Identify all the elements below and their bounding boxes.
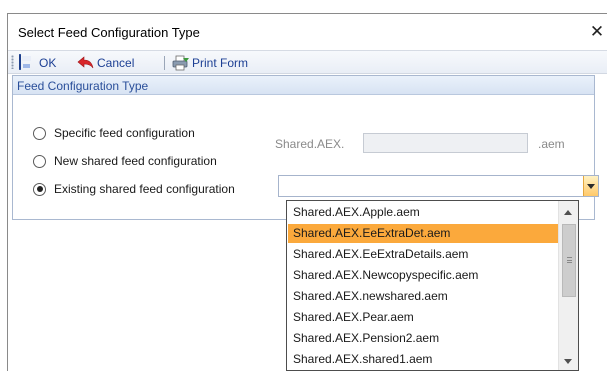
radio-label: New shared feed configuration	[54, 154, 217, 168]
existing-shared-combobox[interactable]	[278, 175, 599, 197]
scrollbar-grip-icon	[567, 257, 572, 263]
scroll-up-arrow-icon[interactable]	[564, 210, 572, 215]
cancel-label: Cancel	[97, 55, 135, 70]
close-button[interactable]: ✕	[586, 20, 607, 44]
dropdown-scrollbar[interactable]	[558, 201, 578, 370]
print-form-icon	[172, 55, 189, 71]
scroll-down-arrow-icon[interactable]	[564, 359, 572, 364]
shared-suffix-label: .aem	[538, 137, 565, 151]
list-item[interactable]: Shared.AEX.Newcopyspecific.aem	[288, 266, 558, 285]
cancel-button[interactable]: Cancel	[77, 53, 134, 72]
radio-button-checked[interactable]	[33, 182, 46, 196]
shared-prefix-label: Shared.AEX.	[275, 137, 345, 151]
toolbar: OK Cancel Print Form	[8, 50, 607, 74]
radio-button[interactable]	[33, 126, 46, 140]
print-form-label: Print Form	[192, 55, 249, 70]
ok-label: OK	[39, 55, 57, 70]
list-item[interactable]: Shared.AEX.Apple.aem	[288, 203, 558, 222]
dialog-title: Select Feed Configuration Type	[18, 25, 200, 40]
chevron-down-icon[interactable]	[583, 176, 598, 196]
list-item[interactable]: Shared.AEX.EeExtraDetails.aem	[288, 245, 558, 264]
list-item[interactable]: Shared.AEX.Pear.aem	[288, 308, 558, 327]
print-form-button[interactable]: Print Form	[172, 53, 248, 72]
scrollbar-thumb[interactable]	[562, 224, 576, 297]
new-shared-name-input[interactable]	[363, 133, 528, 153]
radio-new-shared-feed[interactable]: New shared feed configuration	[33, 153, 217, 169]
list-item[interactable]: Shared.AEX.newshared.aem	[288, 287, 558, 306]
toolbar-grip-icon[interactable]	[11, 55, 14, 69]
existing-shared-dropdown-list: Shared.AEX.Apple.aem Shared.AEX.EeExtraD…	[286, 200, 579, 371]
undo-arrow-icon	[77, 55, 94, 71]
floppy-disk-icon	[19, 53, 35, 71]
list-item[interactable]: Shared.AEX.Pension2.aem	[288, 329, 558, 348]
radio-existing-shared-feed[interactable]: Existing shared feed configuration	[33, 181, 235, 197]
list-item[interactable]: Shared.AEX.shared1.aem	[288, 350, 558, 369]
list-item-selected[interactable]: Shared.AEX.EeExtraDet.aem	[288, 224, 558, 243]
title-bar: Select Feed Configuration Type ✕	[8, 14, 607, 50]
toolbar-separator	[164, 56, 165, 70]
ok-button[interactable]: OK	[19, 53, 56, 72]
radio-specific-feed[interactable]: Specific feed configuration	[33, 125, 195, 141]
radio-button[interactable]	[33, 154, 46, 168]
radio-label: Existing shared feed configuration	[54, 182, 235, 196]
group-header: Feed Configuration Type	[13, 76, 594, 95]
radio-label: Specific feed configuration	[54, 126, 195, 140]
